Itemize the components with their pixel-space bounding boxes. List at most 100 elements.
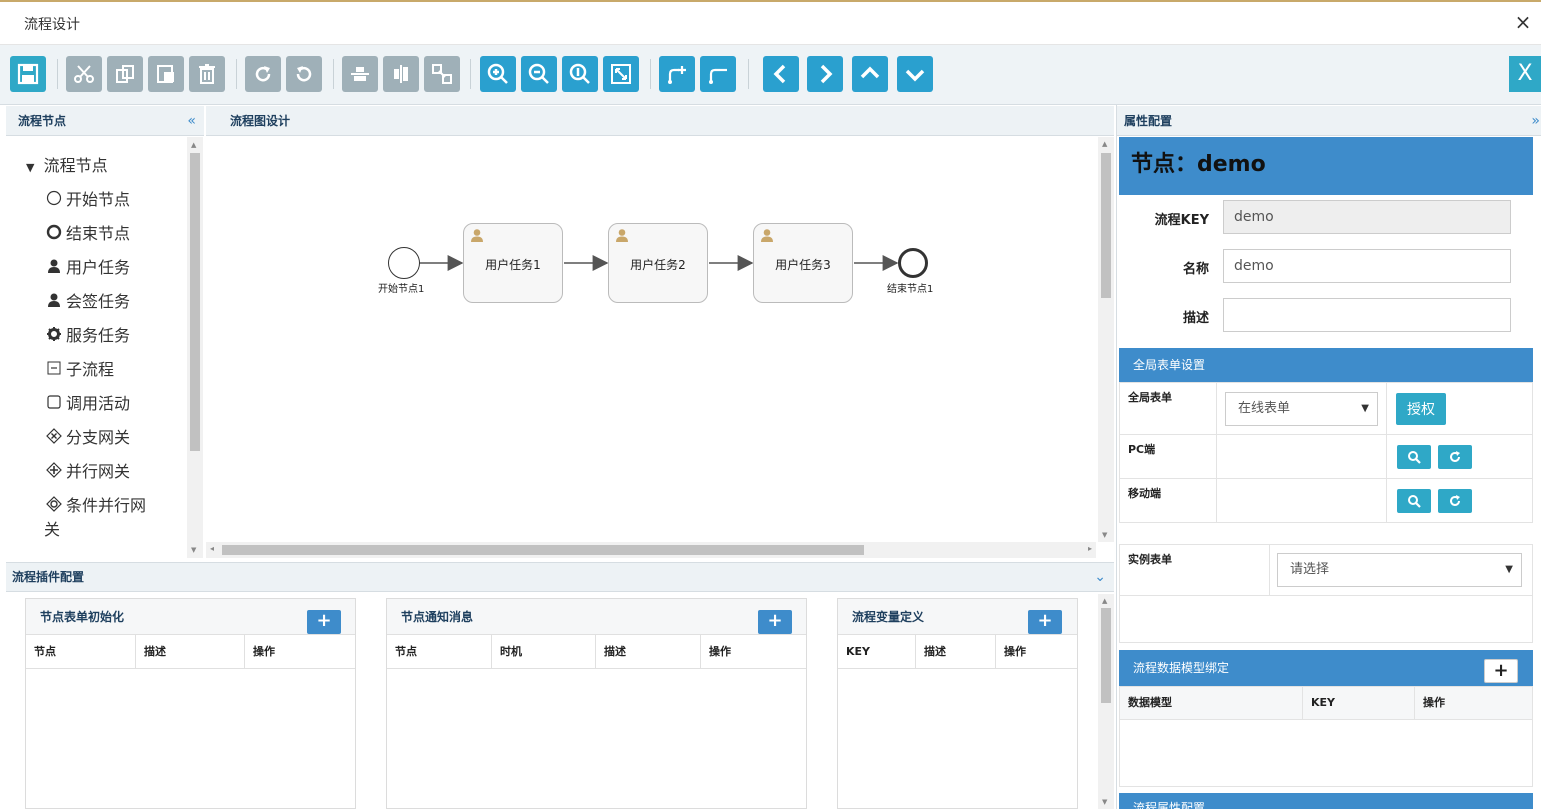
properties-panel: 属性配置 » 节点：demo 流程KEY demo 名称 demo 描述 全局表… — [1116, 105, 1541, 809]
save-icon[interactable] — [10, 56, 46, 92]
tree-item-label: 服务任务 — [66, 326, 131, 345]
mobile-value-cell — [1216, 478, 1387, 523]
close-icon[interactable]: × — [1513, 10, 1533, 34]
name-label: 名称 — [1182, 262, 1209, 277]
arrow-up-icon[interactable] — [852, 56, 888, 92]
redo-icon[interactable] — [245, 56, 281, 92]
tree-item-label: 条件并行网 — [66, 496, 147, 515]
chevron-down-icon[interactable]: ⌄ — [1094, 563, 1106, 591]
tree-item-end[interactable]: 结束节点 — [46, 220, 130, 244]
arrow-down-icon[interactable] — [897, 56, 933, 92]
toolbar-close-button[interactable]: X — [1509, 56, 1541, 92]
canvas-vertical-scrollbar[interactable]: ▲ ▼ — [1098, 137, 1114, 542]
left-scrollbar[interactable]: ▲ ▼ — [187, 137, 203, 558]
table-header-cell: 描述 — [136, 635, 245, 669]
arrow-right-icon[interactable] — [807, 56, 843, 92]
exclusive-gateway-icon — [46, 428, 62, 444]
tree-item-label: 并行网关 — [66, 462, 131, 481]
refresh-icon[interactable] — [1438, 445, 1472, 469]
key-label: 流程KEY — [1154, 213, 1209, 228]
data-model-col: KEY — [1302, 686, 1415, 720]
global-form-select[interactable]: 在线表单 ▼ — [1225, 392, 1378, 426]
user-task-2[interactable]: 用户任务2 — [608, 223, 708, 303]
tree-item-label-wrap: 关 — [44, 520, 61, 539]
left-panel-header: 流程节点 « — [6, 106, 204, 136]
tree-item-inclusive-gateway[interactable]: 条件并行网 — [46, 492, 146, 516]
data-model-title: 流程数据模型绑定 — [1133, 661, 1230, 675]
chevron-down-icon: ▼ — [26, 161, 35, 174]
mobile-label: 移动端 — [1119, 478, 1217, 523]
end-event[interactable] — [898, 248, 928, 278]
tree-item-start[interactable]: 开始节点 — [46, 186, 130, 210]
instance-form-select-value: 请选择 — [1290, 562, 1330, 577]
table-header-cell: 节点 — [26, 635, 136, 669]
node-notify-panel: 节点通知消息 + 节点 时机 描述 操作 — [386, 598, 807, 809]
arrow-left-icon[interactable] — [763, 56, 799, 92]
variable-define-panel: 流程变量定义 + KEY 描述 操作 — [837, 598, 1078, 809]
data-model-col: 操作 — [1414, 686, 1533, 720]
refresh-icon[interactable] — [1438, 489, 1472, 513]
align-horizontal-icon[interactable] — [342, 56, 378, 92]
bottom-scrollbar[interactable]: ▲ ▼ — [1098, 594, 1114, 809]
add-variable-button[interactable]: + — [1028, 610, 1062, 634]
tree-item-countersign-task[interactable]: 会签任务 — [46, 288, 130, 312]
collapse-left-icon[interactable]: « — [187, 106, 196, 136]
user-task-3[interactable]: 用户任务3 — [753, 223, 853, 303]
pc-label: PC端 — [1119, 434, 1217, 479]
delete-icon[interactable] — [189, 56, 225, 92]
diagram-canvas[interactable]: 开始节点1 用户任务1 用户任务2 用户任务3 结束节点1 — [206, 137, 1100, 542]
tree-item-wrap: 关 — [44, 516, 60, 540]
remove-flow-icon[interactable] — [700, 56, 736, 92]
tree-item-exclusive-gateway[interactable]: 分支网关 — [46, 424, 130, 448]
search-icon[interactable] — [1397, 489, 1431, 513]
global-form-header: 全局表单设置 — [1119, 348, 1533, 382]
start-event[interactable] — [388, 247, 420, 279]
desc-field[interactable] — [1223, 298, 1511, 332]
tree-item-service-task[interactable]: 服务任务 — [46, 322, 130, 346]
add-node-form-button[interactable]: + — [307, 610, 341, 634]
add-notify-button[interactable]: + — [758, 610, 792, 634]
tree-item-user-task[interactable]: 用户任务 — [46, 254, 130, 278]
table-header-cell: 操作 — [245, 635, 355, 669]
node-header: 节点：demo — [1119, 137, 1533, 195]
collapse-box-icon — [46, 360, 62, 376]
undo-icon[interactable] — [286, 56, 322, 92]
zoom-in-icon[interactable] — [480, 56, 516, 92]
search-icon[interactable] — [1397, 445, 1431, 469]
canvas-horizontal-scrollbar[interactable]: ◂ ▸ — [206, 542, 1096, 558]
copy-icon[interactable] — [107, 56, 143, 92]
key-field[interactable]: demo — [1223, 200, 1511, 234]
bottom-panel-header: 流程插件配置 ⌄ — [6, 562, 1114, 592]
resize-icon[interactable] — [424, 56, 460, 92]
user-task-label: 用户任务2 — [630, 258, 686, 272]
tree-item-label: 分支网关 — [66, 428, 131, 447]
tree-root[interactable]: ▼ 流程节点 — [26, 152, 108, 176]
square-icon — [46, 394, 62, 410]
expand-right-icon[interactable]: » — [1531, 106, 1540, 136]
user-task-1[interactable]: 用户任务1 — [463, 223, 563, 303]
authorize-button[interactable]: 授权 — [1396, 393, 1446, 425]
fit-icon[interactable] — [603, 56, 639, 92]
tree-item-subprocess[interactable]: 子流程 — [46, 356, 114, 380]
start-event-label: 开始节点1 — [378, 284, 425, 295]
cut-icon[interactable] — [66, 56, 102, 92]
user-icon — [46, 258, 62, 274]
end-event-label: 结束节点1 — [887, 284, 934, 295]
tree-item-parallel-gateway[interactable]: 并行网关 — [46, 458, 130, 482]
align-vertical-icon[interactable] — [383, 56, 419, 92]
tree-item-call-activity[interactable]: 调用活动 — [46, 390, 130, 414]
zoom-reset-icon[interactable] — [562, 56, 598, 92]
add-flow-icon[interactable] — [659, 56, 695, 92]
footer-section-title: 流程属性配置 — [1133, 801, 1206, 809]
center-panel-title: 流程图设计 — [230, 114, 291, 128]
zoom-out-icon[interactable] — [521, 56, 557, 92]
name-field[interactable]: demo — [1223, 249, 1511, 283]
tree-item-label: 调用活动 — [66, 394, 131, 413]
tree-root-label: 流程节点 — [43, 156, 108, 175]
table-header-cell: 节点 — [387, 635, 492, 669]
left-panel-title: 流程节点 — [18, 114, 67, 128]
node-tree: ▼ 流程节点 开始节点 结束节点 用户任务 会签任务 服务任务 子流程 调用活动… — [6, 137, 204, 558]
paste-icon[interactable] — [148, 56, 184, 92]
instance-form-select[interactable]: 请选择 ▼ — [1277, 553, 1522, 587]
add-data-model-button[interactable]: + — [1484, 659, 1518, 683]
